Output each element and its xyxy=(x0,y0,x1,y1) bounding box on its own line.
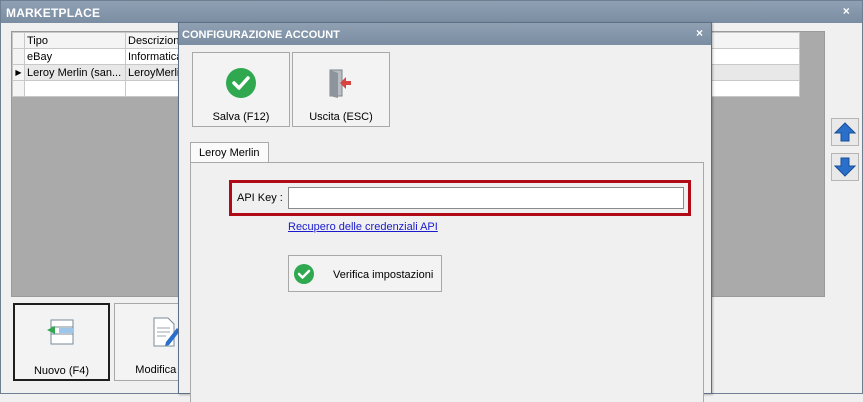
cell-tipo[interactable]: Leroy Merlin (san... xyxy=(24,64,126,81)
save-button[interactable]: Salva (F12) xyxy=(192,52,290,127)
arrow-up-icon xyxy=(834,122,856,142)
column-header-tipo[interactable]: Tipo xyxy=(24,32,126,49)
verify-settings-button[interactable]: Verifica impostazioni xyxy=(288,255,442,292)
cell-tipo[interactable]: eBay xyxy=(24,48,126,65)
main-titlebar: MARKETPLACE × xyxy=(1,1,862,23)
checkmark-icon xyxy=(294,264,314,284)
api-key-label: API Key : xyxy=(237,192,283,204)
tab-leroy-merlin[interactable]: Leroy Merlin xyxy=(190,142,269,163)
move-down-button[interactable] xyxy=(831,153,859,181)
edit-document-icon xyxy=(153,317,180,347)
dialog-title: CONFIGURAZIONE ACCOUNT xyxy=(182,29,340,41)
verify-settings-label: Verifica impostazioni xyxy=(333,269,434,281)
exit-button-label: Uscita (ESC) xyxy=(309,111,373,123)
dialog-close-icon[interactable]: × xyxy=(696,26,703,40)
cell-tipo[interactable] xyxy=(24,80,126,97)
checkmark-icon xyxy=(226,68,256,98)
row-header-corner xyxy=(12,32,25,49)
exit-door-icon xyxy=(329,69,351,98)
main-title: MARKETPLACE xyxy=(6,6,101,20)
new-record-icon xyxy=(46,319,73,345)
main-close-icon[interactable]: × xyxy=(843,4,850,18)
credentials-link[interactable]: Recupero delle credenziali API xyxy=(288,221,438,233)
current-row-indicator[interactable]: ▶ xyxy=(12,64,25,81)
exit-button[interactable]: Uscita (ESC) xyxy=(292,52,390,127)
account-config-dialog: CONFIGURAZIONE ACCOUNT × Salva (F12) Usc… xyxy=(178,22,712,402)
new-button[interactable]: Nuovo (F4) xyxy=(13,303,110,381)
tab-panel-leroy-merlin: API Key : Recupero delle credenziali API… xyxy=(190,162,704,402)
row-header[interactable] xyxy=(12,48,25,65)
row-header[interactable] xyxy=(12,80,25,97)
new-button-label: Nuovo (F4) xyxy=(33,365,90,377)
arrow-down-icon xyxy=(834,157,856,177)
api-key-input[interactable] xyxy=(288,187,684,209)
api-key-highlight: API Key : xyxy=(229,180,691,216)
move-up-button[interactable] xyxy=(831,118,859,146)
save-button-label: Salva (F12) xyxy=(212,111,270,123)
dialog-titlebar: CONFIGURAZIONE ACCOUNT × xyxy=(179,23,711,45)
